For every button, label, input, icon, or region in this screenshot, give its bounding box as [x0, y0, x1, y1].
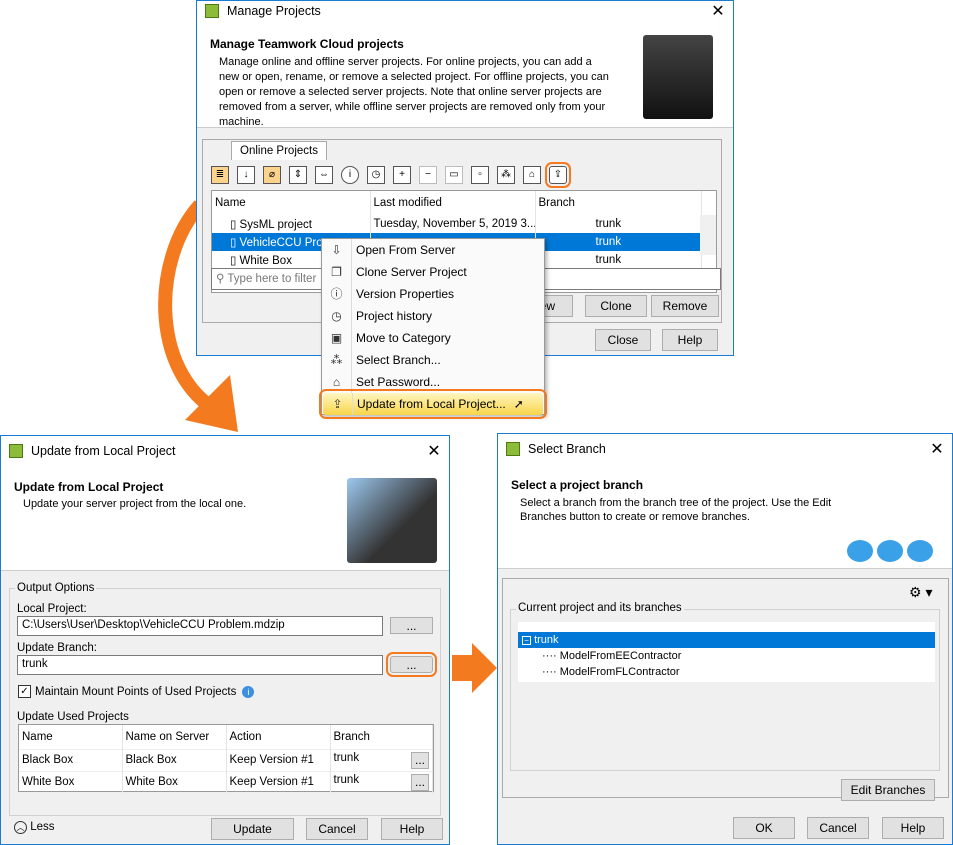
- col-modified[interactable]: Last modified: [370, 191, 536, 215]
- used-projects-table: Name Name on Server Action Branch Black Box…: [18, 724, 434, 793]
- tree-node-trunk[interactable]: − trunk: [518, 632, 935, 648]
- lock-icon[interactable]: ⌂: [523, 166, 541, 184]
- select-branch-dialog: Select Branch ✕ Select a project branch S…: [497, 433, 953, 845]
- branch-illustration-icon: [847, 474, 942, 562]
- col-branch[interactable]: Branch: [330, 725, 433, 749]
- update-branch-field[interactable]: trunk: [17, 655, 383, 675]
- dialog-title: Update from Local Project: [31, 444, 176, 458]
- expand-icon[interactable]: ⇕: [289, 166, 307, 184]
- table-row[interactable]: ▯ SysML project Tuesday, November 5, 2019…: [212, 215, 702, 233]
- branch-icon[interactable]: ⁂: [497, 166, 515, 184]
- info-icon[interactable]: i: [341, 166, 359, 184]
- clone-icon: ❐: [322, 261, 352, 283]
- table-row[interactable]: Black Box Black Box Keep Version #1 trunk..…: [19, 749, 433, 771]
- col-name-on-server[interactable]: Name on Server: [122, 725, 227, 749]
- close-icon[interactable]: ✕: [419, 441, 449, 461]
- chevron-up-icon: ︿: [14, 821, 27, 834]
- move-category-icon[interactable]: ▫: [471, 166, 489, 184]
- description: Select a branch from the branch tree of …: [520, 497, 832, 523]
- description: Manage online and offline server project…: [219, 56, 609, 128]
- toolbar: ≣ ↓ ⌀ ⇕ ⇔ i ◷ + − ▭ ▫ ⁂ ⌂ ⇪: [207, 162, 571, 188]
- history-icon[interactable]: ◷: [367, 166, 385, 184]
- col-action[interactable]: Action: [226, 725, 331, 749]
- filter-icon[interactable]: ⌀: [263, 166, 281, 184]
- branch-browse-button[interactable]: ...: [411, 773, 429, 791]
- cancel-button[interactable]: Cancel: [807, 817, 869, 839]
- menu-item-project-history[interactable]: ◷ Project history: [322, 305, 544, 327]
- cursor-icon: ➚: [513, 397, 524, 411]
- col-name[interactable]: Name: [212, 191, 371, 215]
- dialog-title: Select Branch: [528, 442, 606, 456]
- menu-item-clone[interactable]: ❐ Clone Server Project: [322, 261, 544, 283]
- info-icon: ⓘ: [322, 283, 352, 305]
- group-label: Output Options: [15, 582, 97, 594]
- tree-node[interactable]: ···· ModelFromFLContractor: [518, 664, 935, 680]
- col-name[interactable]: Name: [19, 725, 123, 749]
- sort-icon[interactable]: ↓: [237, 166, 255, 184]
- select-branch-button[interactable]: ...: [386, 652, 437, 677]
- clone-button[interactable]: Clone: [585, 295, 647, 317]
- ok-button[interactable]: OK: [733, 817, 795, 839]
- tab-online-projects[interactable]: Online Projects: [231, 141, 327, 160]
- update-icon: ⇪: [323, 393, 353, 415]
- menu-item-open-from-server[interactable]: ⇩ Open From Server: [322, 239, 544, 261]
- computer-illustration-icon: [347, 478, 437, 563]
- menu-item-update-from-local[interactable]: ⇪ Update from Local Project... ➚: [319, 389, 547, 419]
- menu-item-select-branch[interactable]: ⁂ Select Branch...: [322, 349, 544, 371]
- branch-browse-button[interactable]: ...: [411, 751, 429, 769]
- less-toggle[interactable]: ︿ Less: [14, 821, 55, 834]
- flow-arrow-right: [452, 643, 497, 693]
- col-branch[interactable]: Branch: [535, 191, 702, 215]
- info-icon: i: [242, 685, 255, 698]
- menu-item-version-properties[interactable]: ⓘ Version Properties: [322, 283, 544, 305]
- table-row[interactable]: White Box White Box Keep Version #1 trunk..…: [19, 771, 433, 793]
- update-branch-label: Update Branch:: [17, 642, 97, 654]
- menu-item-set-password[interactable]: ⌂ Set Password...: [322, 371, 544, 393]
- remove-icon[interactable]: −: [419, 166, 437, 184]
- help-button[interactable]: Help: [662, 329, 718, 351]
- update-from-local-icon[interactable]: ⇪: [545, 162, 571, 188]
- app-icon: [9, 444, 23, 458]
- maintain-mount-points-checkbox[interactable]: ✓ Maintain Mount Points of Used Projects i: [18, 685, 255, 698]
- gear-icon[interactable]: ⚙ ▾: [909, 584, 932, 601]
- heading: Manage Teamwork Cloud projects: [210, 37, 404, 51]
- dialog-title: Manage Projects: [227, 4, 321, 18]
- history-icon: ◷: [322, 305, 352, 327]
- branch-tree: − trunk ···· ModelFromEEContractor ···· …: [518, 622, 935, 682]
- heading: Select a project branch: [511, 478, 644, 492]
- update-from-local-dialog: Update from Local Project ✕ Update from L…: [0, 435, 450, 845]
- used-projects-label: Update Used Projects: [17, 711, 129, 723]
- close-icon[interactable]: ✕: [922, 439, 952, 459]
- collapse-icon: −: [522, 636, 531, 645]
- close-icon[interactable]: ✕: [703, 1, 733, 21]
- edit-branches-button[interactable]: Edit Branches: [841, 779, 935, 801]
- help-button[interactable]: Help: [882, 817, 944, 839]
- list-view-icon[interactable]: ≣: [211, 166, 229, 184]
- close-button[interactable]: Close: [595, 329, 651, 351]
- remove-button[interactable]: Remove: [651, 295, 719, 317]
- local-project-field[interactable]: C:\Users\User\Desktop\VehicleCCU Problem…: [17, 616, 383, 636]
- menu-item-move-to-category[interactable]: ▣ Move to Category: [322, 327, 544, 349]
- collapse-icon[interactable]: ⇔: [315, 166, 333, 184]
- rename-icon[interactable]: ▭: [445, 166, 463, 184]
- app-icon: [205, 4, 219, 18]
- open-icon: ⇩: [322, 239, 352, 261]
- context-menu: ⇩ Open From Server ❐ Clone Server Project …: [319, 238, 547, 419]
- cancel-button[interactable]: Cancel: [306, 818, 368, 840]
- group-label: Current project and its branches: [516, 602, 684, 614]
- folder-icon: ▣: [322, 327, 352, 349]
- scrollbar[interactable]: [700, 215, 716, 255]
- server-illustration-icon: [643, 35, 713, 119]
- tree-node[interactable]: ···· ModelFromEEContractor: [518, 648, 935, 664]
- app-icon: [506, 442, 520, 456]
- branch-icon: ⁂: [322, 349, 352, 371]
- lock-icon: ⌂: [322, 371, 352, 393]
- add-category-icon[interactable]: +: [393, 166, 411, 184]
- browse-local-button[interactable]: ...: [390, 617, 433, 634]
- local-project-label: Local Project:: [17, 603, 87, 615]
- help-button[interactable]: Help: [381, 818, 443, 840]
- update-button[interactable]: Update: [211, 818, 294, 840]
